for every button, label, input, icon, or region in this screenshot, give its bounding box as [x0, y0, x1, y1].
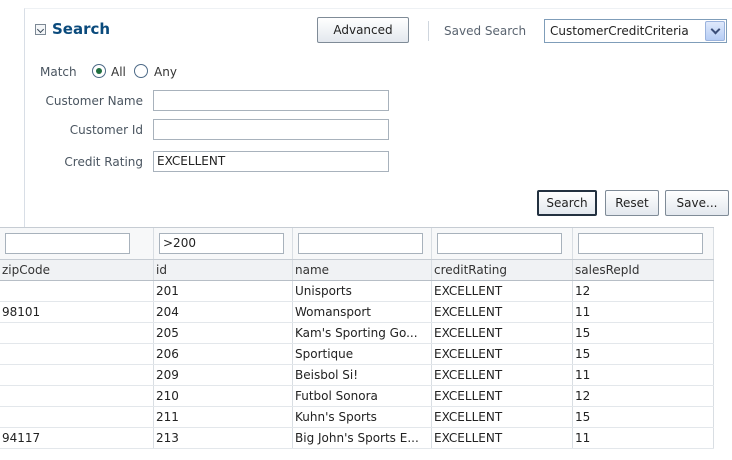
table-row[interactable]: 206 Sportique EXCELLENT 15 — [0, 344, 714, 365]
results-table: >200 zipCode id name creditRating salesR… — [0, 227, 714, 449]
cell-creditrating: EXCELLENT — [432, 281, 573, 301]
saved-search-select[interactable]: CustomerCreditCriteria — [544, 19, 727, 43]
table-row[interactable]: 209 Beisbol Si! EXCELLENT 11 — [0, 365, 714, 386]
filter-name-input[interactable] — [298, 233, 423, 254]
table-row[interactable]: 211 Kuhn's Sports EXCELLENT 15 — [0, 407, 714, 428]
cell-zipcode — [0, 365, 154, 385]
cell-name: Sportique — [293, 344, 432, 364]
cell-zipcode — [0, 281, 154, 301]
match-any-label: Any — [154, 65, 177, 79]
cell-zipcode — [0, 407, 154, 427]
cell-salesrepid: 11 — [573, 428, 714, 448]
filter-creditrating-input[interactable] — [437, 233, 562, 254]
filter-id-input[interactable]: >200 — [159, 233, 284, 254]
saved-search-value: CustomerCreditCriteria — [550, 24, 689, 38]
cell-salesrepid: 11 — [573, 365, 714, 385]
cell-id: 201 — [154, 281, 293, 301]
cell-zipcode: 94117 — [0, 428, 154, 448]
cell-salesrepid: 12 — [573, 386, 714, 406]
filter-row: >200 — [0, 228, 714, 260]
cell-salesrepid: 15 — [573, 344, 714, 364]
cell-name: Womansport — [293, 302, 432, 322]
customer-id-label: Customer Id — [69, 123, 143, 137]
cell-creditrating: EXCELLENT — [432, 386, 573, 406]
column-header-id[interactable]: id — [154, 260, 293, 280]
saved-search-label: Saved Search — [444, 24, 527, 38]
filter-zipcode-input[interactable] — [5, 233, 130, 254]
match-label: Match — [40, 65, 77, 79]
filter-cell — [432, 228, 573, 259]
cell-creditrating: EXCELLENT — [432, 407, 573, 427]
credit-rating-field[interactable]: EXCELLENT — [153, 151, 389, 172]
filter-cell — [0, 228, 154, 259]
column-header-name[interactable]: name — [293, 260, 432, 280]
cell-name: Kuhn's Sports — [293, 407, 432, 427]
cell-id: 205 — [154, 323, 293, 343]
cell-name: Kam's Sporting Go... — [293, 323, 432, 343]
toolbar-divider — [428, 21, 429, 41]
cell-zipcode: 98101 — [0, 302, 154, 322]
cell-id: 210 — [154, 386, 293, 406]
cell-salesrepid: 11 — [573, 302, 714, 322]
cell-name: Futbol Sonora — [293, 386, 432, 406]
filter-salesrepid-input[interactable] — [578, 233, 703, 254]
cell-name: Beisbol Si! — [293, 365, 432, 385]
match-all-label: All — [111, 65, 126, 79]
table-header-row: zipCode id name creditRating salesRepId — [0, 260, 714, 281]
save-button[interactable]: Save... — [665, 190, 729, 216]
match-all-radio[interactable] — [92, 64, 106, 78]
cell-id: 211 — [154, 407, 293, 427]
column-header-creditrating[interactable]: creditRating — [432, 260, 573, 280]
reset-button[interactable]: Reset — [605, 190, 659, 216]
cell-id: 206 — [154, 344, 293, 364]
cell-salesrepid: 12 — [573, 281, 714, 301]
search-panel: Search Advanced Saved Search CustomerCre… — [24, 8, 732, 228]
table-row[interactable]: 201 Unisports EXCELLENT 12 — [0, 281, 714, 302]
table-row[interactable]: 94117 213 Big John's Sports E... EXCELLE… — [0, 428, 714, 449]
customer-name-field[interactable] — [153, 90, 389, 111]
customer-id-field[interactable] — [153, 119, 389, 140]
cell-creditrating: EXCELLENT — [432, 365, 573, 385]
filter-cell — [573, 228, 714, 259]
cell-creditrating: EXCELLENT — [432, 302, 573, 322]
cell-name: Big John's Sports E... — [293, 428, 432, 448]
table-row[interactable]: 98101 204 Womansport EXCELLENT 11 — [0, 302, 714, 323]
advanced-button[interactable]: Advanced — [317, 17, 409, 43]
chevron-down-icon[interactable] — [705, 21, 725, 41]
filter-cell: >200 — [154, 228, 293, 259]
column-header-salesrepid[interactable]: salesRepId — [573, 260, 714, 280]
collapse-toggle-icon[interactable] — [35, 24, 46, 35]
cell-zipcode — [0, 344, 154, 364]
cell-zipcode — [0, 386, 154, 406]
customer-name-label: Customer Name — [45, 94, 143, 108]
search-panel-title: Search — [52, 20, 111, 38]
cell-id: 209 — [154, 365, 293, 385]
cell-creditrating: EXCELLENT — [432, 344, 573, 364]
cell-name: Unisports — [293, 281, 432, 301]
search-button[interactable]: Search — [537, 190, 597, 216]
column-header-zipcode[interactable]: zipCode — [0, 260, 154, 280]
match-any-radio[interactable] — [134, 64, 148, 78]
cell-creditrating: EXCELLENT — [432, 323, 573, 343]
cell-id: 204 — [154, 302, 293, 322]
table-row[interactable]: 205 Kam's Sporting Go... EXCELLENT 15 — [0, 323, 714, 344]
cell-id: 213 — [154, 428, 293, 448]
cell-creditrating: EXCELLENT — [432, 428, 573, 448]
credit-rating-label: Credit Rating — [64, 155, 143, 169]
table-row[interactable]: 210 Futbol Sonora EXCELLENT 12 — [0, 386, 714, 407]
cell-zipcode — [0, 323, 154, 343]
cell-salesrepid: 15 — [573, 323, 714, 343]
filter-cell — [293, 228, 432, 259]
cell-salesrepid: 15 — [573, 407, 714, 427]
